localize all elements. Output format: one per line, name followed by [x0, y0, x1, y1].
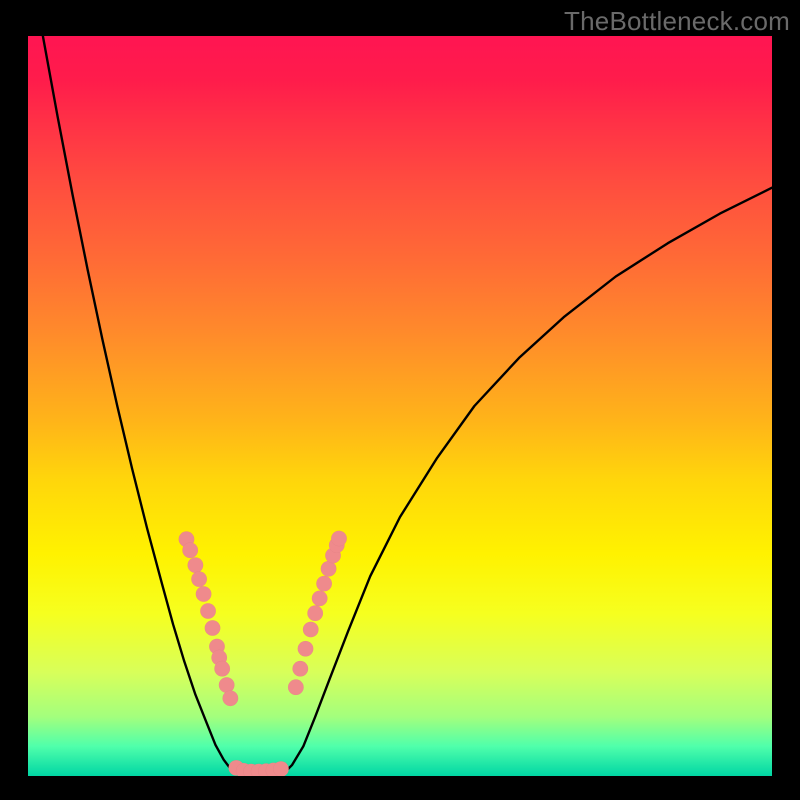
chart-stage: TheBottleneck.com — [0, 0, 800, 800]
plot-frame — [28, 36, 772, 776]
chart-svg — [28, 36, 772, 776]
scatter-dot — [292, 661, 308, 677]
scatter-dot — [307, 605, 323, 621]
scatter-dot — [182, 543, 198, 559]
scatter-dot — [331, 531, 347, 547]
scatter-dot — [205, 620, 221, 636]
scatter-dots — [179, 531, 347, 776]
scatter-dot — [196, 586, 212, 602]
scatter-dot — [298, 641, 314, 657]
scatter-dot — [273, 761, 289, 776]
watermark-text: TheBottleneck.com — [564, 6, 790, 37]
scatter-dot — [316, 576, 332, 592]
scatter-dot — [219, 677, 235, 693]
plot-gradient-area — [28, 36, 772, 776]
curve-left-branch — [43, 36, 241, 775]
scatter-dot — [312, 591, 328, 607]
scatter-dot — [188, 557, 204, 573]
scatter-dot — [214, 661, 230, 677]
scatter-dot — [191, 571, 207, 587]
scatter-dot — [303, 622, 319, 638]
scatter-dot — [223, 691, 239, 707]
scatter-dot — [288, 679, 304, 695]
curve-right-branch — [282, 188, 772, 775]
scatter-dot — [200, 603, 216, 619]
